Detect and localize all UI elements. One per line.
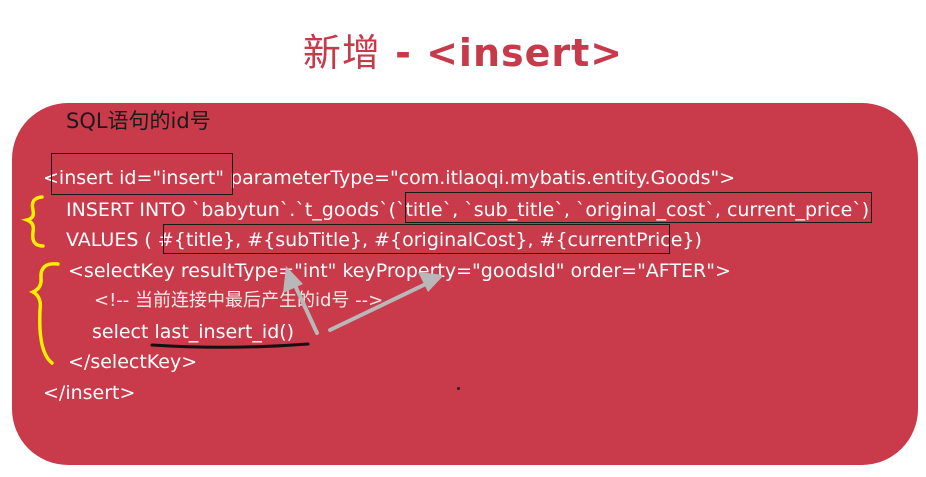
stray-dot xyxy=(457,387,460,390)
annotation-overlay xyxy=(21,195,444,365)
arrow-icon xyxy=(291,279,319,335)
arrow-icon xyxy=(283,266,303,293)
bracket-icon xyxy=(29,262,60,365)
bracket-icon xyxy=(21,195,45,248)
arrow-icon xyxy=(418,272,444,292)
arrow-icon xyxy=(328,280,432,332)
underline-mark xyxy=(150,342,310,349)
